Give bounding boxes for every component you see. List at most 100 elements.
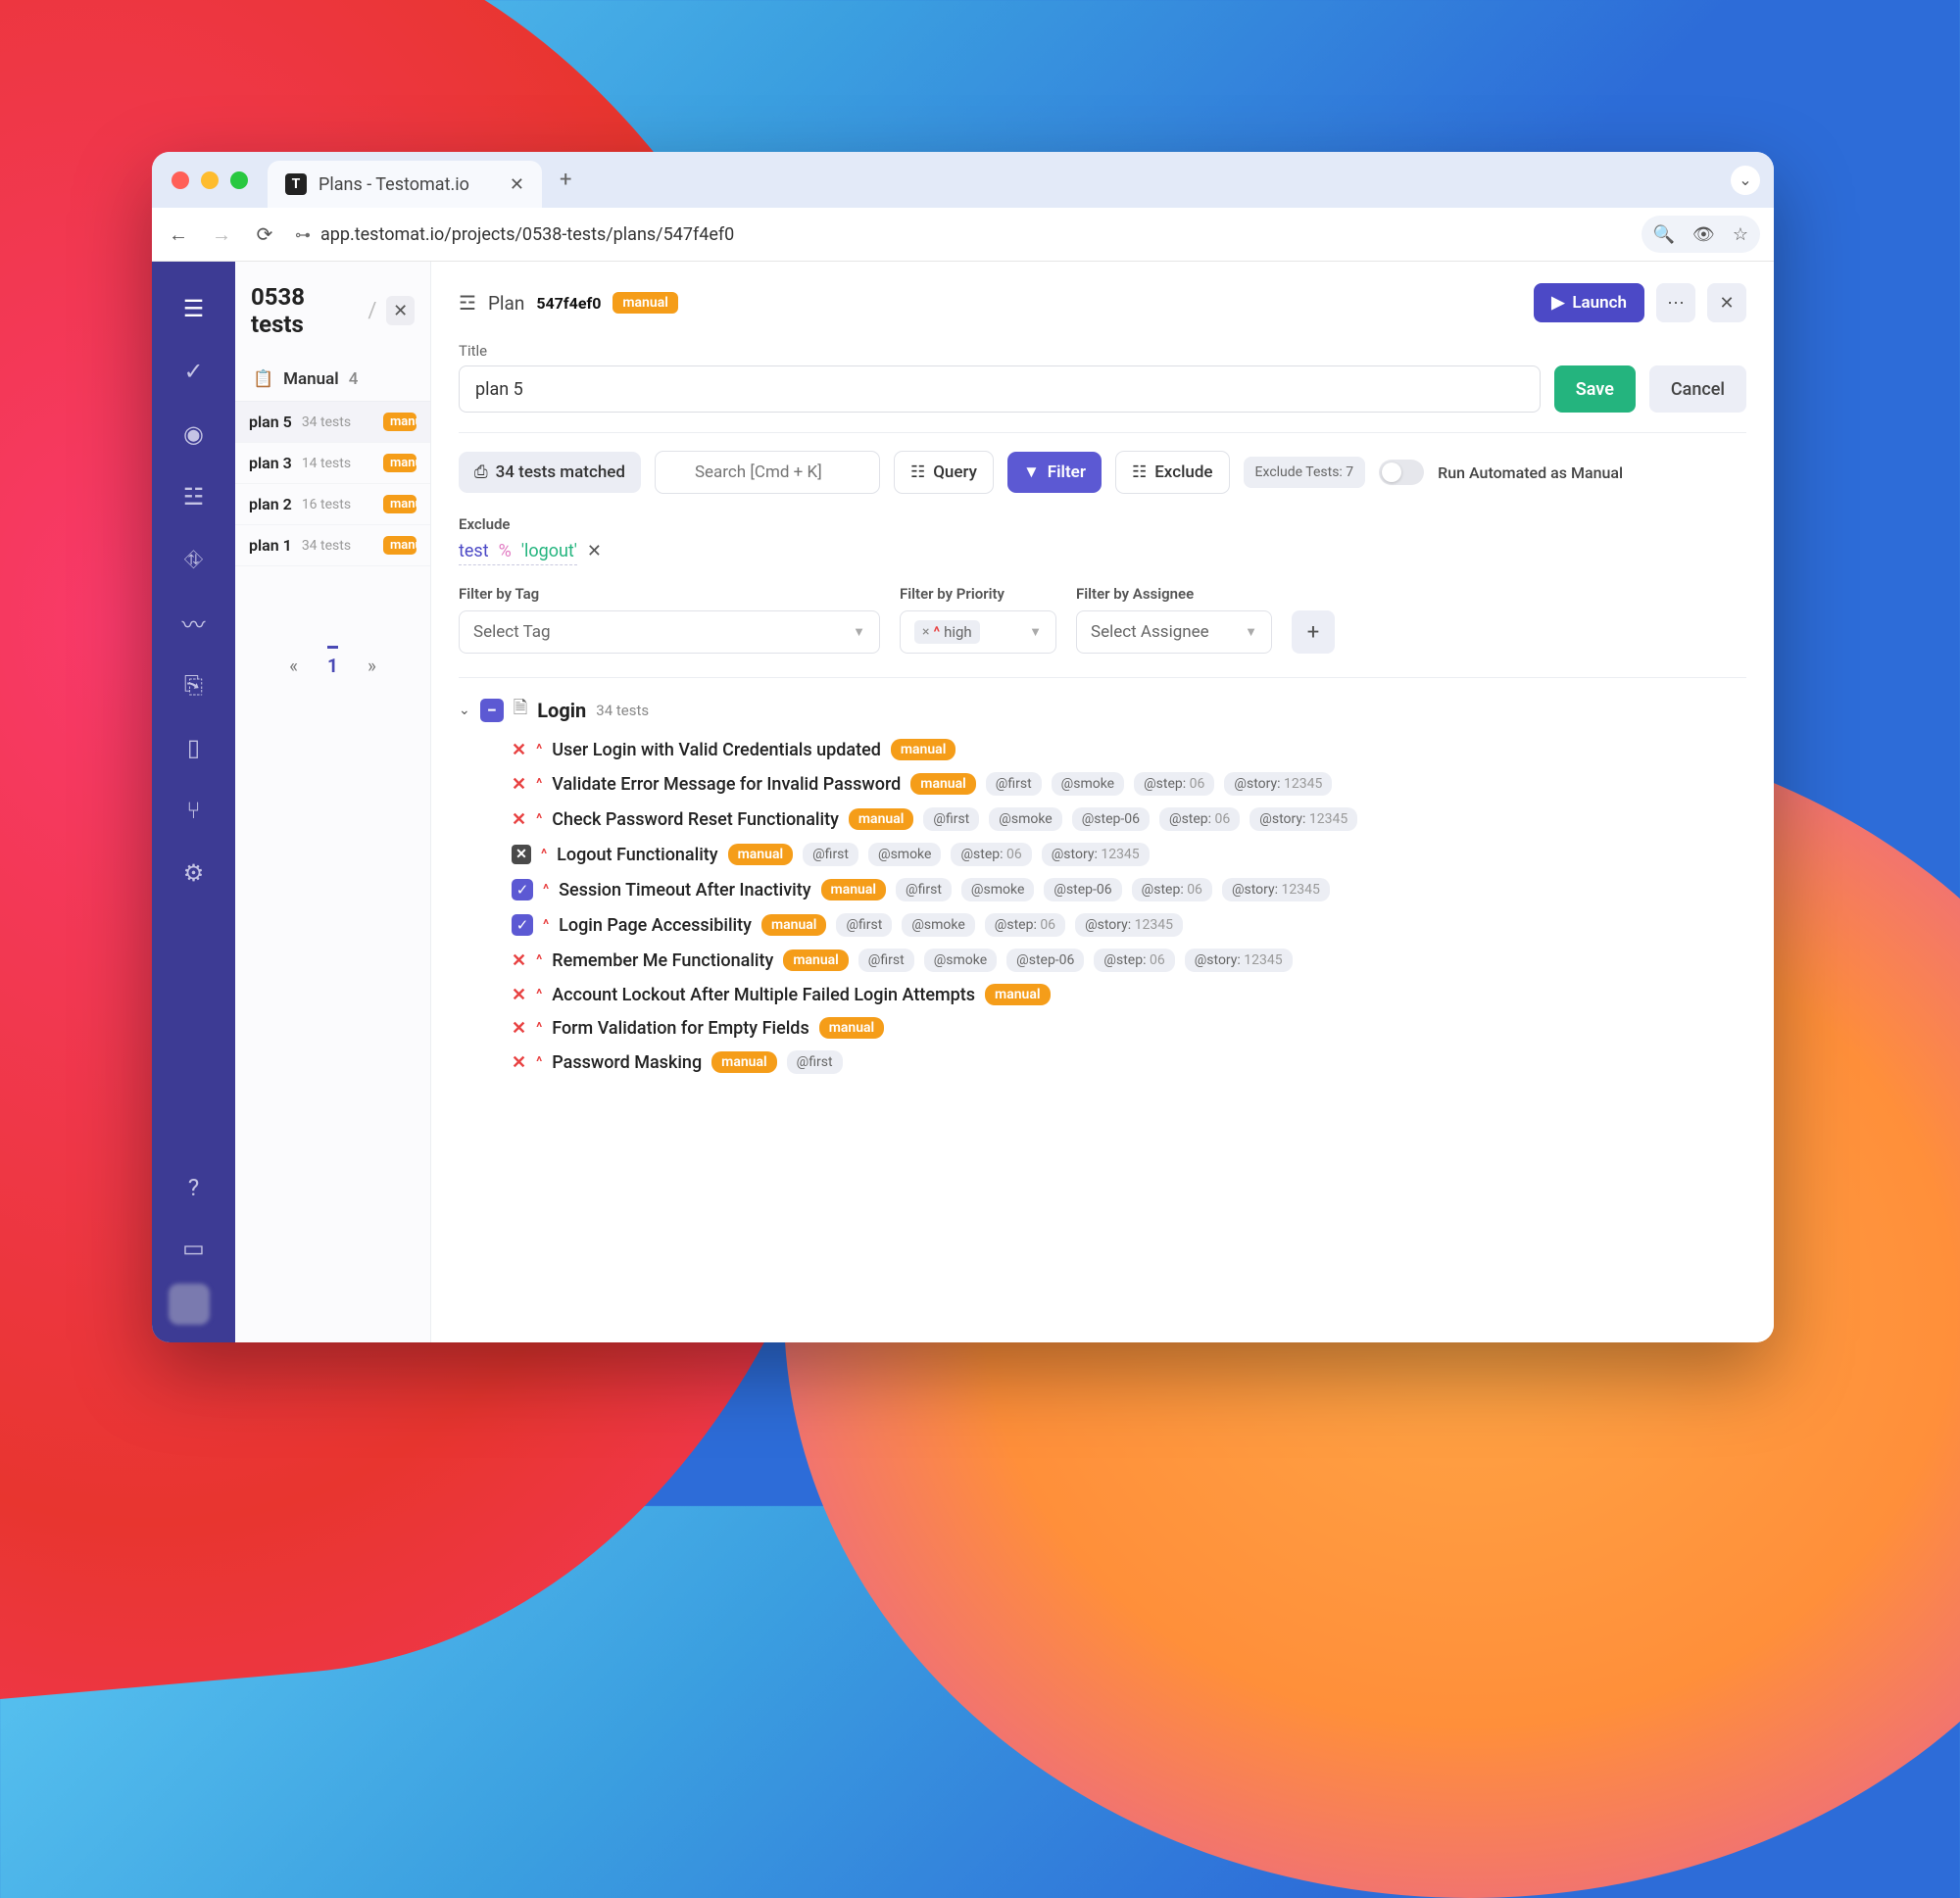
exclude-query[interactable]: test % 'logout' xyxy=(459,541,577,565)
site-info-icon[interactable]: ⊶ xyxy=(295,225,311,244)
window-close-icon[interactable] xyxy=(172,171,189,189)
nav-reload-icon[interactable]: ⟳ xyxy=(252,222,277,246)
test-row[interactable]: ✕ ^ Validate Error Message for Invalid P… xyxy=(512,772,1746,796)
test-row[interactable]: ✕ ^ User Login with Valid Credentials up… xyxy=(512,739,1746,760)
test-row[interactable]: ✕ ^ Form Validation for Empty Fields man… xyxy=(512,1017,1746,1039)
tag-pill[interactable]: @first xyxy=(858,949,914,972)
test-row[interactable]: ✕ ^ Logout Functionality manual @first @… xyxy=(512,843,1746,866)
panel-close-button[interactable]: ✕ xyxy=(386,296,415,325)
tag-pill[interactable]: @step: 06 xyxy=(1094,949,1174,972)
nav-back-icon[interactable]: ← xyxy=(166,222,191,247)
tab-close-icon[interactable]: ✕ xyxy=(510,174,524,195)
query-button[interactable]: ☷ Query xyxy=(894,451,994,494)
exclude-icon[interactable]: ✕ xyxy=(512,774,526,795)
url-input[interactable]: ⊶ app.testomat.io/projects/0538-tests/pl… xyxy=(295,224,1624,245)
browser-tab[interactable]: T Plans - Testomat.io ✕ xyxy=(268,161,542,208)
tag-pill[interactable]: @step-06 xyxy=(1072,807,1150,831)
test-row[interactable]: ✕ ^ Password Masking manual @first xyxy=(512,1050,1746,1074)
zoom-icon[interactable]: 🔍 xyxy=(1653,224,1675,245)
window-maximize-icon[interactable] xyxy=(230,171,248,189)
filter-tag-select[interactable]: Select Tag ▼ xyxy=(459,610,880,654)
gear-icon[interactable]: ⚙ xyxy=(169,848,220,899)
plan-row[interactable]: plan 1 34 tests manual xyxy=(235,525,430,566)
automated-toggle[interactable] xyxy=(1379,460,1424,485)
tag-pill[interactable]: @story: 12345 xyxy=(1042,843,1150,866)
list-check-icon[interactable]: ☳ xyxy=(169,471,220,522)
test-row[interactable]: ✓ ^ Login Page Accessibility manual @fir… xyxy=(512,913,1746,937)
cancel-button[interactable]: Cancel xyxy=(1649,365,1746,413)
include-checkbox[interactable]: ✓ xyxy=(512,914,533,936)
tag-pill[interactable]: @first xyxy=(803,843,858,866)
caret-down-icon[interactable]: ⌄ xyxy=(459,703,470,718)
save-button[interactable]: Save xyxy=(1554,365,1636,413)
tag-pill[interactable]: @step: 06 xyxy=(1159,807,1240,831)
pager-page[interactable]: 1 xyxy=(327,646,338,677)
help-icon[interactable]: ? xyxy=(169,1162,220,1213)
tag-pill[interactable]: @first xyxy=(787,1050,843,1074)
exclude-icon[interactable]: ✕ xyxy=(512,1018,526,1039)
filter-button[interactable]: ▼ Filter xyxy=(1007,452,1102,493)
manual-tab[interactable]: 📋 Manual 4 xyxy=(235,358,430,402)
tag-pill[interactable]: @first xyxy=(986,772,1042,796)
tag-pill[interactable]: @smoke xyxy=(1052,772,1124,796)
branch-icon[interactable]: ⑂ xyxy=(169,785,220,836)
title-input[interactable] xyxy=(459,365,1541,413)
filter-priority-select[interactable]: × ^ high ▼ xyxy=(900,610,1056,654)
priority-remove-icon[interactable]: × xyxy=(922,624,929,640)
close-button[interactable]: ✕ xyxy=(1707,283,1746,322)
nav-forward-icon[interactable]: → xyxy=(209,222,234,247)
exclude-icon[interactable]: ✕ xyxy=(512,1052,526,1073)
tag-pill[interactable]: @story: 12345 xyxy=(1222,878,1330,901)
tag-pill[interactable]: @first xyxy=(896,878,952,901)
exclude-icon[interactable]: ✕ xyxy=(512,950,526,971)
tag-pill[interactable]: @step: 06 xyxy=(1132,878,1212,901)
tag-pill[interactable]: @story: 12345 xyxy=(1250,807,1357,831)
avatar[interactable] xyxy=(169,1284,210,1325)
check-icon[interactable]: ✓ xyxy=(169,346,220,397)
exclude-locked-icon[interactable]: ✕ xyxy=(512,845,531,864)
test-row[interactable]: ✓ ^ Session Timeout After Inactivity man… xyxy=(512,878,1746,901)
window-minimize-icon[interactable] xyxy=(201,171,219,189)
exclude-button[interactable]: ☷ Exclude xyxy=(1115,451,1230,494)
tag-pill[interactable]: @first xyxy=(836,913,892,937)
tag-pill[interactable]: @step-06 xyxy=(1044,878,1121,901)
plan-row[interactable]: plan 3 14 tests manual xyxy=(235,443,430,484)
import-icon[interactable]: ⎘ xyxy=(169,659,220,710)
suite-row[interactable]: ⌄ − 🗎 Login 34 tests xyxy=(459,696,1746,725)
pager-prev[interactable]: « xyxy=(289,655,298,677)
stairs-icon[interactable]: ⛗ xyxy=(169,534,220,585)
tag-pill[interactable]: @smoke xyxy=(961,878,1034,901)
tag-pill[interactable]: @smoke xyxy=(989,807,1061,831)
pulse-icon[interactable]: 〰 xyxy=(169,597,220,648)
tag-pill[interactable]: @story: 12345 xyxy=(1224,772,1332,796)
tabs-dropdown-icon[interactable]: ⌄ xyxy=(1731,166,1760,195)
exclude-icon[interactable]: ✕ xyxy=(512,740,526,760)
tag-pill[interactable]: @smoke xyxy=(902,913,974,937)
launch-button[interactable]: ▶ Launch xyxy=(1534,283,1644,322)
tag-pill[interactable]: @step: 06 xyxy=(985,913,1065,937)
tag-pill[interactable]: @step: 06 xyxy=(1134,772,1214,796)
test-row[interactable]: ✕ ^ Account Lockout After Multiple Faile… xyxy=(512,984,1746,1005)
play-circle-icon[interactable]: ◉ xyxy=(169,409,220,460)
exclude-icon[interactable]: ✕ xyxy=(512,809,526,830)
eye-icon[interactable]: 👁 xyxy=(1692,224,1715,245)
test-row[interactable]: ✕ ^ Remember Me Functionality manual @fi… xyxy=(512,949,1746,972)
plan-row[interactable]: plan 5 34 tests manual xyxy=(235,402,430,443)
search-input[interactable] xyxy=(655,451,880,494)
tag-pill[interactable]: @step: 06 xyxy=(951,843,1031,866)
tag-pill[interactable]: @smoke xyxy=(924,949,997,972)
chart-icon[interactable]: ▯ xyxy=(169,722,220,773)
plan-row[interactable]: plan 2 16 tests manual xyxy=(235,484,430,525)
tag-pill[interactable]: @first xyxy=(923,807,979,831)
exclude-query-remove-icon[interactable]: ✕ xyxy=(587,541,602,561)
stack-icon[interactable]: ▭ xyxy=(169,1223,220,1274)
include-checkbox[interactable]: ✓ xyxy=(512,879,533,900)
menu-icon[interactable]: ☰ xyxy=(169,283,220,334)
tag-pill[interactable]: @smoke xyxy=(868,843,941,866)
star-icon[interactable]: ☆ xyxy=(1733,224,1748,245)
filter-assignee-select[interactable]: Select Assignee ▼ xyxy=(1076,610,1272,654)
add-filter-button[interactable]: + xyxy=(1292,610,1335,654)
tag-pill[interactable]: @story: 12345 xyxy=(1075,913,1183,937)
more-button[interactable]: ⋯ xyxy=(1656,283,1695,322)
tag-pill[interactable]: @step-06 xyxy=(1006,949,1084,972)
